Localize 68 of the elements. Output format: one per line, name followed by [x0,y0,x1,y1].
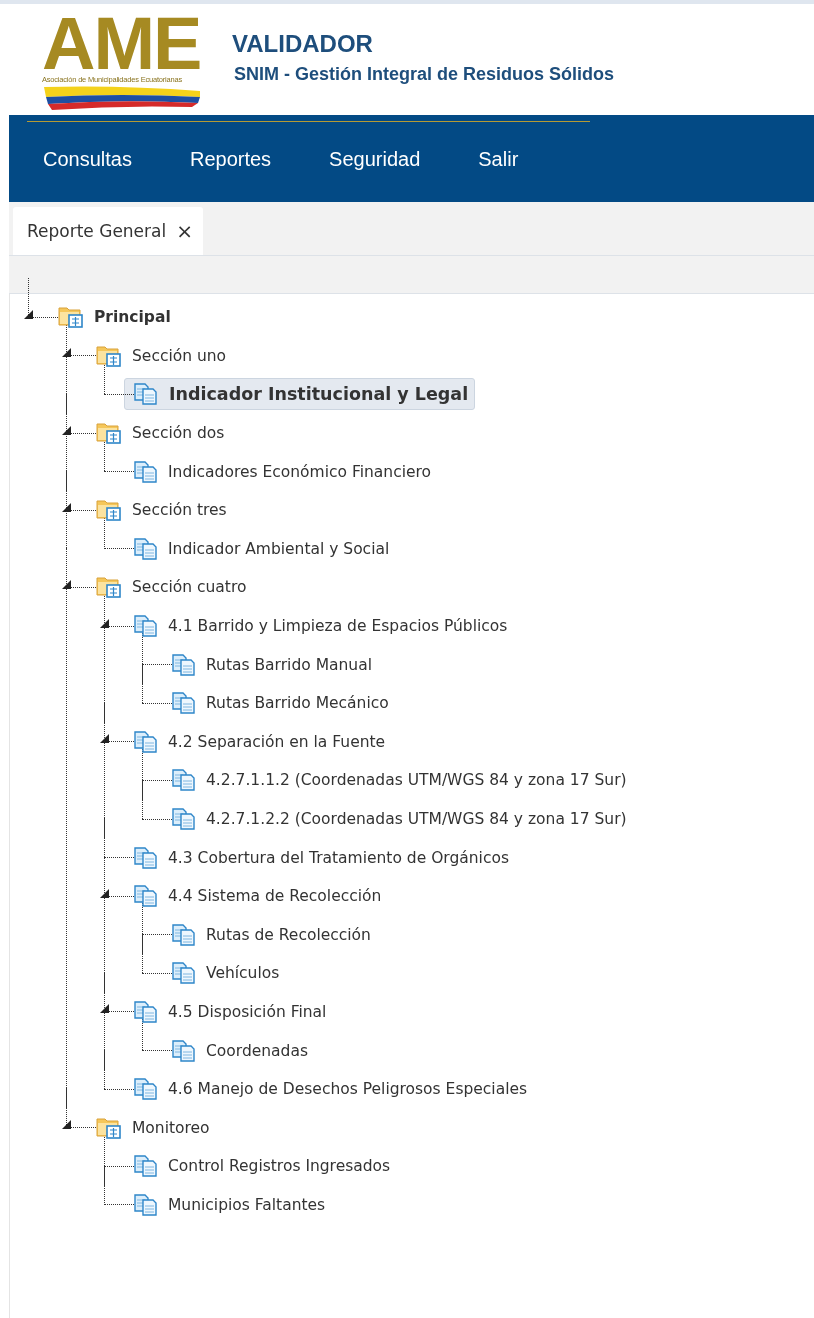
menu-item[interactable]: Reportes [189,148,272,171]
flag-stripes-icon [42,85,202,111]
tree-item[interactable]: 4.3 Cobertura del Tratamiento de Orgánicos [168,844,509,871]
documents-icon [134,615,158,638]
tree-item[interactable]: 4.2.7.1.1.2 (Coordenadas UTM/WGS 84 y zona 17 Sur) [206,767,627,794]
expanded-arrow-icon[interactable] [100,888,109,898]
expanded-arrow-icon[interactable] [24,309,33,319]
expanded-arrow-icon[interactable] [100,618,109,628]
tree-item[interactable]: Monitoreo [132,1114,210,1141]
documents-icon [134,537,158,560]
tree-item[interactable]: Sección tres [132,497,227,524]
documents-icon [134,1193,158,1216]
documents-icon [134,846,158,869]
tree-item[interactable]: 4.1 Barrido y Limpieza de Espacios Públicos [168,613,508,640]
documents-icon [134,1001,158,1023]
tree-item[interactable]: Coordenadas [206,1037,308,1064]
documents-icon [134,730,158,753]
folder-icon [96,498,122,523]
tree-item[interactable]: Municipios Faltantes [168,1191,326,1218]
expanded-arrow-icon[interactable] [62,502,71,512]
tab[interactable]: Reporte General × [13,207,203,255]
tree-item[interactable]: Rutas de Recolección [206,921,371,948]
documents-icon [134,885,158,908]
close-icon[interactable]: × [176,219,193,243]
tree-item[interactable]: 4.2 Separación en la Fuente [168,728,386,755]
tree-item[interactable]: Principal [94,304,171,331]
tab-label[interactable]: Reporte General [27,221,167,241]
documents-icon [172,923,196,946]
tree-item[interactable]: Indicador Ambiental y Social [168,535,390,562]
folder-icon [96,575,122,600]
documents-icon [172,769,196,792]
documents-icon [172,692,196,715]
folder-icon [96,1115,122,1140]
documents-icon [134,1078,158,1101]
tree-item[interactable]: 4.5 Disposición Final [168,999,327,1025]
tree-item[interactable]: Rutas Barrido Mecánico [206,690,389,717]
tree-item[interactable]: 4.2.7.1.2.2 (Coordenadas UTM/WGS 84 y zona 17 Sur) [206,806,627,832]
documents-icon [134,460,158,483]
documents-icon [172,808,196,830]
documents-icon [172,1039,196,1062]
expanded-arrow-icon[interactable] [100,734,109,744]
tree-item[interactable]: Sección cuatro [132,574,247,601]
tree-item[interactable]: Indicadores Económico Financiero [168,458,431,485]
menu-item[interactable]: Seguridad [329,148,421,171]
menu-item[interactable]: Consultas [43,148,132,171]
tree-item[interactable]: Rutas Barrido Manual [206,651,372,678]
app-subtitle: SNIM - Gestión Integral de Residuos Sólidos [234,64,615,85]
expanded-arrow-icon[interactable] [62,1120,71,1130]
logo-text: AME [42,14,202,74]
expanded-arrow-icon[interactable] [62,348,71,358]
documents-icon [172,962,196,985]
tree-item[interactable]: Control Registros Ingresados [168,1153,391,1180]
documents-icon [134,1155,158,1178]
folder-icon [58,305,84,330]
folder-icon [96,343,122,368]
tree-item[interactable]: 4.6 Manejo de Desechos Peligrosos Especiales [168,1076,528,1103]
expanded-arrow-icon[interactable] [62,425,71,435]
tree-item[interactable]: Indicador Institucional y Legal [124,378,476,411]
menu-item[interactable]: Salir [478,148,519,171]
tree-item[interactable]: 4.4 Sistema de Recolección [168,883,382,910]
expanded-arrow-icon[interactable] [100,1004,109,1014]
folder-icon [96,421,122,446]
documents-icon [172,653,196,676]
tree-item[interactable]: Sección uno [132,342,227,369]
tree-item[interactable]: Sección dos [132,420,225,447]
expanded-arrow-icon[interactable] [62,579,71,589]
app-title: VALIDADOR [232,30,374,58]
tree-item[interactable]: Vehículos [206,960,280,987]
